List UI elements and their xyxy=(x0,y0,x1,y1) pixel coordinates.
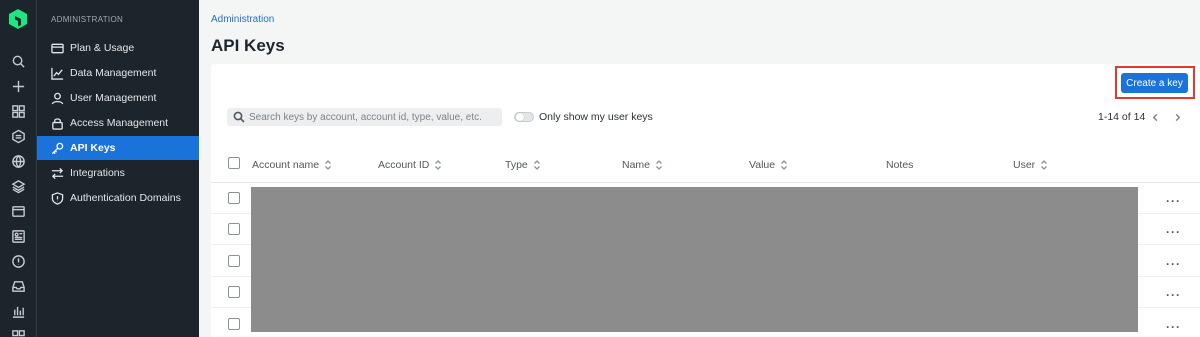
select-all-checkbox[interactable] xyxy=(228,157,240,169)
sidebar-item-data-management[interactable]: Data Management xyxy=(37,61,199,85)
row-actions-menu[interactable]: ··· xyxy=(1166,321,1181,333)
row-checkbox[interactable] xyxy=(228,223,240,235)
prev-page-button[interactable] xyxy=(1149,110,1161,124)
chevron-left-icon xyxy=(1152,113,1157,121)
search-icon xyxy=(233,111,245,123)
row-actions-menu[interactable]: ··· xyxy=(1166,195,1181,207)
sidebar-item-label: Plan & Usage xyxy=(70,42,135,54)
sidebar-item-label: Access Management xyxy=(70,117,169,129)
lock-icon xyxy=(52,117,63,130)
sidebar-item-label: Data Management xyxy=(70,67,157,79)
user-icon xyxy=(51,92,64,104)
grid-icon[interactable] xyxy=(9,327,27,337)
apps-grid-icon[interactable] xyxy=(9,102,27,120)
column-header-label: Account name xyxy=(252,159,320,171)
sidebar-item-label: User Management xyxy=(70,92,157,104)
globe-icon[interactable] xyxy=(9,152,27,170)
row-actions-menu[interactable]: ··· xyxy=(1166,289,1181,301)
my-keys-toggle-label: Only show my user keys xyxy=(539,111,653,123)
sidebar-item-user-management[interactable]: User Management xyxy=(37,86,199,110)
logo-icon[interactable] xyxy=(8,8,28,30)
search-input[interactable] xyxy=(249,111,499,123)
layers-icon[interactable] xyxy=(9,177,27,195)
browser-icon[interactable] xyxy=(9,202,27,220)
line-chart-icon xyxy=(51,67,64,80)
sort-icon xyxy=(533,160,540,170)
dashboard-icon[interactable] xyxy=(9,227,27,245)
next-page-button[interactable] xyxy=(1171,110,1183,124)
sort-icon xyxy=(781,160,788,170)
sort-icon xyxy=(325,160,332,170)
column-header-user[interactable]: User xyxy=(1013,159,1048,171)
sort-icon xyxy=(656,160,662,170)
sidebar-item-api-keys[interactable]: API Keys xyxy=(37,136,199,160)
column-header-value[interactable]: Value xyxy=(749,159,788,171)
chevron-right-icon xyxy=(1175,113,1180,121)
toggle-knob xyxy=(516,113,524,121)
column-header-label: Value xyxy=(749,159,776,171)
row-checkbox[interactable] xyxy=(228,192,240,204)
row-actions-menu[interactable]: ··· xyxy=(1166,226,1181,238)
redacted-table-content xyxy=(251,187,1138,332)
column-header-type[interactable]: Type xyxy=(505,159,541,171)
sidebar-item-label: Integrations xyxy=(70,167,125,179)
page-title: API Keys xyxy=(211,36,285,55)
my-keys-toggle[interactable] xyxy=(514,112,534,122)
sidebar-header: ADMINISTRATION xyxy=(51,15,124,24)
shield-icon xyxy=(51,191,64,205)
inbox-icon[interactable] xyxy=(9,277,27,295)
sidebar-item-integrations[interactable]: Integrations xyxy=(37,161,199,185)
column-header-label: Account ID xyxy=(378,159,430,171)
card-icon xyxy=(51,43,64,53)
row-actions-menu[interactable]: ··· xyxy=(1166,258,1181,270)
column-header-account-name[interactable]: Account name xyxy=(252,159,332,171)
pagination-count: 1-14 of 14 xyxy=(1098,111,1146,123)
sidebar-item-plan-usage[interactable]: Plan & Usage xyxy=(37,36,199,60)
create-key-button[interactable]: Create a key xyxy=(1121,73,1188,93)
sidebar-item-authentication-domains[interactable]: Authentication Domains xyxy=(37,186,199,210)
chart-icon[interactable] xyxy=(9,302,27,320)
column-header-notes: Notes xyxy=(886,159,913,171)
table-header-divider xyxy=(211,182,1200,183)
sort-icon xyxy=(1041,160,1048,170)
alert-icon[interactable] xyxy=(9,252,27,270)
column-header-label: Name xyxy=(622,159,651,171)
row-checkbox[interactable] xyxy=(228,318,240,330)
column-header-label: User xyxy=(1013,159,1036,171)
sidebar-item-access-management[interactable]: Access Management xyxy=(37,111,199,135)
sidebar-item-label: API Keys xyxy=(70,142,116,154)
logs-icon[interactable] xyxy=(9,127,27,145)
search-box xyxy=(227,108,502,126)
column-header-account-id[interactable]: Account ID xyxy=(378,159,442,171)
key-icon xyxy=(51,142,64,154)
admin-sidebar: ADMINISTRATION Plan & Usage Data Managem… xyxy=(36,0,199,337)
row-checkbox[interactable] xyxy=(228,255,240,267)
icon-rail xyxy=(0,0,36,337)
arrows-icon xyxy=(51,167,64,179)
sidebar-item-label: Authentication Domains xyxy=(70,192,181,204)
search-icon[interactable] xyxy=(9,52,27,70)
sort-icon xyxy=(435,160,442,170)
column-header-name[interactable]: Name xyxy=(622,159,663,171)
plus-icon[interactable] xyxy=(9,77,27,95)
column-header-label: Type xyxy=(505,159,528,171)
row-checkbox[interactable] xyxy=(228,286,240,298)
column-header-label: Notes xyxy=(886,159,914,171)
breadcrumb[interactable]: Administration xyxy=(211,14,274,25)
